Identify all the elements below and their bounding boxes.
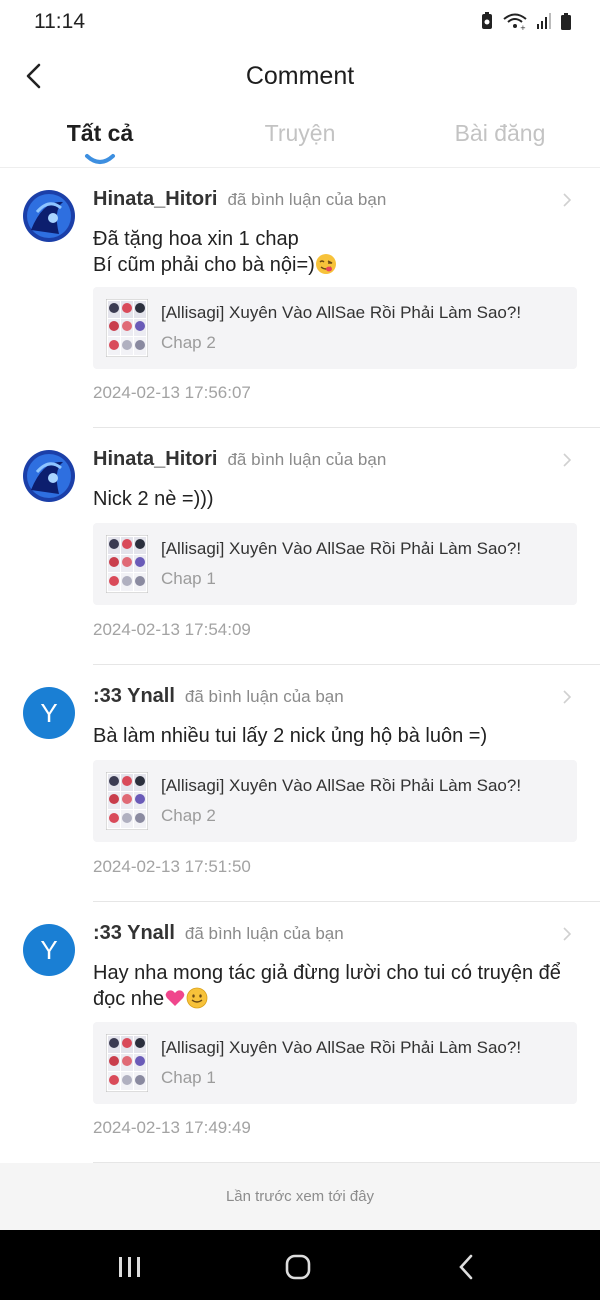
avatar-image [23, 190, 75, 242]
series-title: [Allisagi] Xuyên Vào AllSae Rồi Phải Làm… [161, 303, 522, 322]
chapter-label: Chap 1 [161, 1068, 216, 1087]
comment-item[interactable]: Hinata_Hitori đã bình luận của bạn Nick … [0, 428, 600, 665]
page-title: Comment [245, 62, 355, 90]
cover-image [106, 772, 148, 830]
chapter-card[interactable]: [Allisagi] Xuyên Vào AllSae Rồi Phải Làm… [93, 760, 577, 842]
action-text: đã bình luận của bạn [227, 190, 387, 209]
face-savoring-food-emoji [315, 254, 336, 274]
back-nav-button[interactable] [446, 1250, 486, 1284]
comment-text: Hay nha mong tác giả đừng lười cho tui c… [93, 962, 561, 1010]
chapter-card[interactable]: [Allisagi] Xuyên Vào AllSae Rồi Phải Làm… [93, 523, 577, 605]
username[interactable]: :33 Ynall [93, 922, 175, 945]
smiling-face-emoji [186, 987, 208, 1009]
signal-icon [537, 13, 551, 29]
battery-saver-icon [482, 12, 492, 29]
timestamp: 2024-02-13 17:56:07 [93, 383, 251, 402]
chapter-card[interactable]: [Allisagi] Xuyên Vào AllSae Rồi Phải Làm… [93, 287, 577, 369]
status-bar: 11:14 + [0, 0, 600, 44]
svg-text:+: + [520, 24, 526, 30]
tab-posts[interactable]: Bài đăng [430, 120, 570, 147]
username[interactable]: Hinata_Hitori [93, 188, 217, 211]
tab-indicator [85, 154, 115, 164]
tab-bar: Tất cả Truyện Bài đăng [0, 110, 600, 168]
avatar[interactable] [23, 450, 75, 502]
chapter-label: Chap 2 [161, 806, 216, 825]
chevron-right-icon[interactable] [562, 192, 572, 208]
chapter-label: Chap 1 [161, 569, 216, 588]
home-icon [285, 1254, 311, 1280]
avatar-image [23, 450, 75, 502]
tab-stories[interactable]: Truyện [230, 120, 370, 147]
tab-all[interactable]: Tất cả [30, 120, 170, 147]
chapter-label: Chap 2 [161, 333, 216, 352]
series-title: [Allisagi] Xuyên Vào AllSae Rồi Phải Làm… [161, 1038, 522, 1057]
comment-item[interactable]: Y :33 Ynall đã bình luận của bạn Bà làm … [0, 665, 600, 902]
last-viewed-marker[interactable]: Lần trước xem tới đây [0, 1163, 600, 1230]
timestamp: 2024-02-13 17:49:49 [93, 1118, 251, 1137]
avatar[interactable]: Y [23, 924, 75, 976]
wifi-icon: + [503, 13, 527, 30]
system-nav-bar [0, 1230, 600, 1300]
back-nav-icon [459, 1254, 473, 1280]
status-time: 11:14 [34, 10, 85, 33]
home-button[interactable] [278, 1250, 318, 1284]
comment-item[interactable]: Y :33 Ynall đã bình luận của bạn Hay nha… [0, 902, 600, 1163]
username[interactable]: Hinata_Hitori [93, 448, 217, 471]
avatar[interactable] [23, 190, 75, 242]
comment-text: Đã tặng hoa xin 1 chap Bí cũm phải cho b… [93, 226, 583, 278]
avatar[interactable]: Y [23, 687, 75, 739]
action-text: đã bình luận của bạn [227, 450, 387, 469]
username[interactable]: :33 Ynall [93, 685, 175, 708]
comment-item[interactable]: Hinata_Hitori đã bình luận của bạn Đã tặ… [0, 168, 600, 428]
pink-heart-emoji [165, 990, 185, 1006]
cover-image [106, 535, 148, 593]
chapter-card[interactable]: [Allisagi] Xuyên Vào AllSae Rồi Phải Làm… [93, 1022, 577, 1104]
action-text: đã bình luận của bạn [184, 924, 344, 943]
comment-text: Nick 2 nè =))) [93, 488, 214, 510]
series-title: [Allisagi] Xuyên Vào AllSae Rồi Phải Làm… [161, 539, 522, 558]
status-icons: + [480, 12, 572, 30]
recents-icon [119, 1257, 140, 1277]
chevron-right-icon[interactable] [562, 689, 572, 705]
action-text: đã bình luận của bạn [184, 687, 344, 706]
chevron-right-icon[interactable] [562, 926, 572, 942]
timestamp: 2024-02-13 17:51:50 [93, 857, 251, 876]
comment-list: Hinata_Hitori đã bình luận của bạn Đã tặ… [0, 168, 600, 1163]
cover-image [106, 1034, 148, 1092]
battery-icon [561, 13, 571, 30]
header: Comment [0, 44, 600, 110]
timestamp: 2024-02-13 17:54:09 [93, 620, 251, 639]
cover-image [106, 299, 148, 357]
series-title: [Allisagi] Xuyên Vào AllSae Rồi Phải Làm… [161, 776, 522, 795]
chevron-right-icon[interactable] [562, 452, 572, 468]
comment-text: Bà làm nhiều tui lấy 2 nick ủng hộ bà lu… [93, 725, 488, 747]
recents-button[interactable] [110, 1250, 150, 1284]
